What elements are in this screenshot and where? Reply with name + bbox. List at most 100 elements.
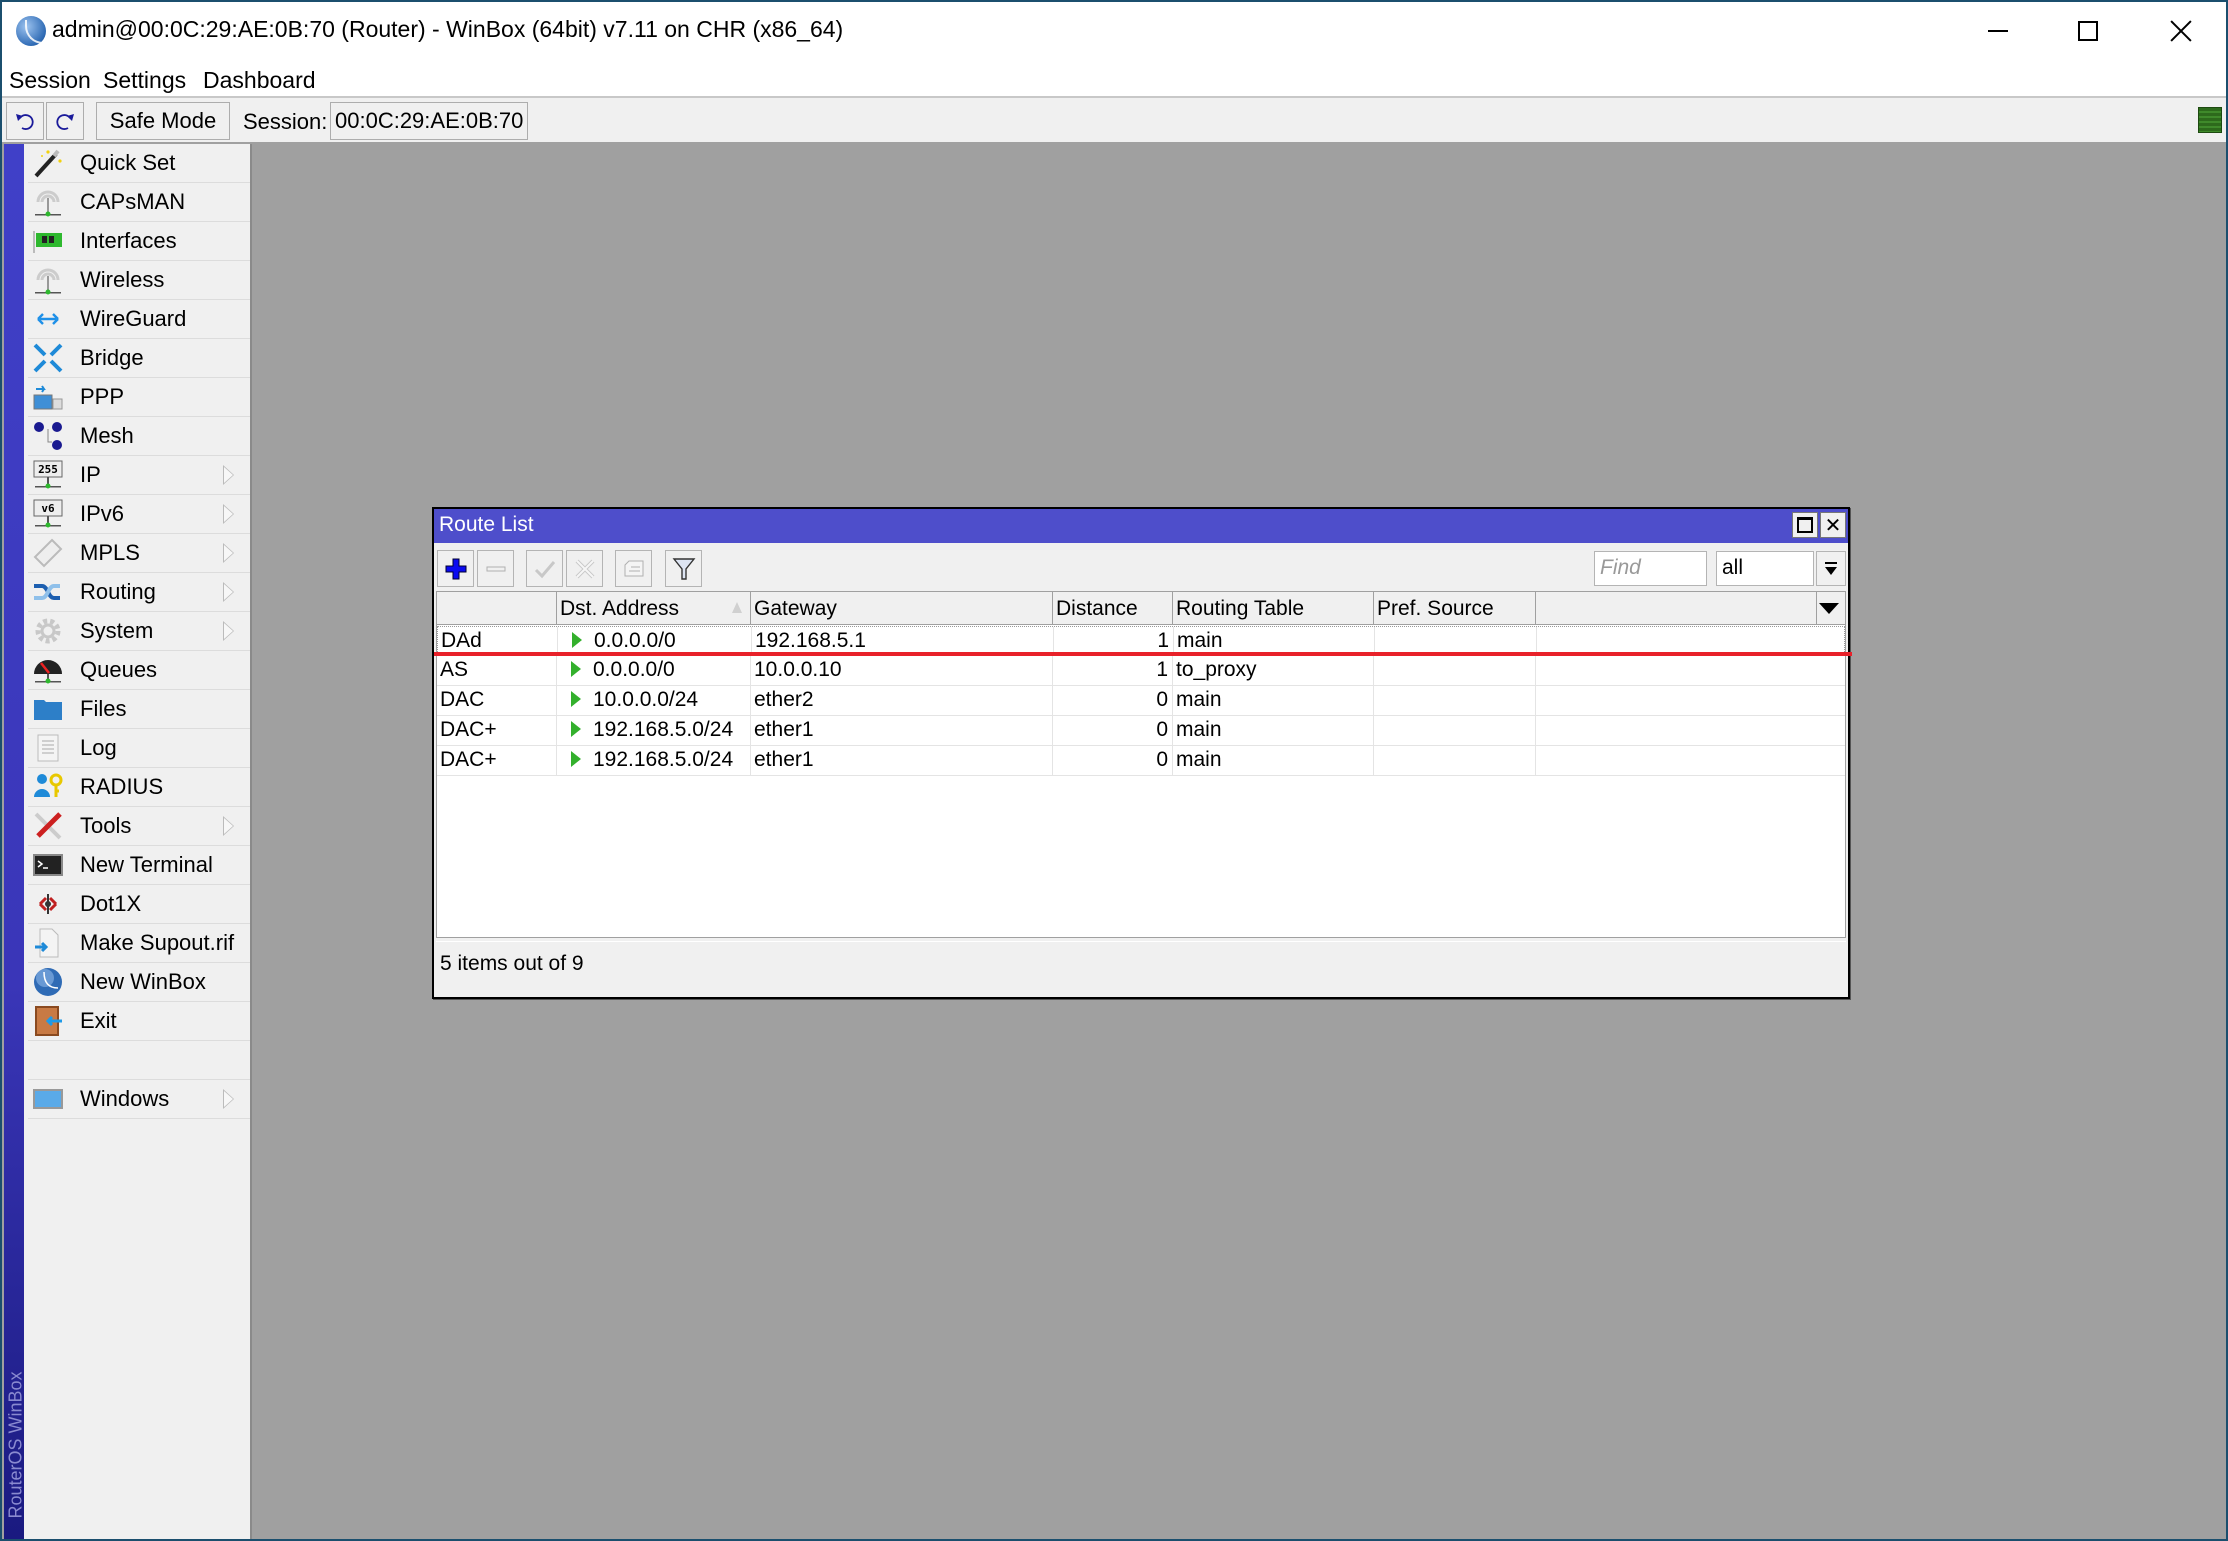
menu-dashboard[interactable]: Dashboard	[203, 67, 316, 94]
sidebar-item-routing[interactable]: Routing	[28, 573, 250, 612]
column-gateway[interactable]: Gateway	[751, 592, 1053, 625]
route-list-titlebar[interactable]: Route List ✕	[434, 509, 1848, 543]
sidebar-item-label: Mesh	[80, 423, 134, 448]
dropdown-arrow-icon	[1825, 561, 1837, 575]
exit-door-icon	[32, 1005, 64, 1037]
session-value: 00:0C:29:AE:0B:70	[330, 102, 529, 140]
sidebar-item-interfaces[interactable]: Interfaces	[28, 222, 250, 261]
enable-check-icon	[534, 560, 555, 578]
route-list-maximize-button[interactable]	[1792, 512, 1818, 538]
maximize-icon	[1797, 517, 1813, 533]
sidebar-item-quick-set[interactable]: Quick Set	[28, 144, 250, 183]
disable-button[interactable]	[566, 550, 603, 587]
sidebar-item-ip[interactable]: 255 IP	[28, 456, 250, 495]
maximize-button[interactable]	[2042, 2, 2134, 60]
dst-address-text: 0.0.0.0/0	[594, 629, 676, 652]
route-list-window: Route List ✕ Find all Dst. Address Gatew…	[432, 507, 1852, 999]
minimize-button[interactable]	[1952, 2, 2044, 60]
menu-settings[interactable]: Settings	[103, 67, 186, 94]
bridge-arrows-icon	[32, 342, 64, 374]
route-list-title: Route List	[439, 513, 534, 536]
add-button[interactable]	[437, 550, 474, 587]
winbox-logo-icon	[32, 966, 64, 998]
session-label: Session:	[243, 109, 328, 134]
cell-dst-address: 10.0.0.0/24	[557, 686, 751, 715]
sidebar-item-dot1x[interactable]: Dot1X	[28, 885, 250, 924]
column-chooser-button[interactable]	[1817, 592, 1845, 625]
sidebar-item-label: Log	[80, 735, 117, 760]
comment-button[interactable]	[615, 550, 652, 587]
safe-mode-button[interactable]: Safe Mode	[96, 102, 230, 140]
menu-session[interactable]: Session	[9, 67, 91, 94]
sidebar-item-new-winbox[interactable]: New WinBox	[28, 963, 250, 1002]
table-row[interactable]: DAC 10.0.0.0/24 ether2 0 main	[437, 686, 1845, 716]
svg-text:v6: v6	[41, 502, 55, 515]
connection-status-indicator	[2198, 107, 2222, 133]
sidebar-item-label: WireGuard	[80, 306, 187, 331]
sidebar-list: Quick Set CAPsMAN Interfaces Wireless WireGu…	[28, 144, 250, 1119]
sidebar-item-tools[interactable]: Tools	[28, 807, 250, 846]
filter-select[interactable]: all	[1716, 551, 1814, 586]
table-row[interactable]: DAC+ 192.168.5.0/24 ether1 0 main	[437, 746, 1845, 776]
table-row[interactable]: DAC+ 192.168.5.0/24 ether1 0 main	[437, 716, 1845, 746]
cell-distance: 0	[1053, 686, 1173, 715]
redo-icon	[56, 114, 74, 130]
network-card-icon	[32, 225, 64, 257]
sidebar-item-radius[interactable]: RADIUS	[28, 768, 250, 807]
sidebar-item-make-supout-rif[interactable]: Make Supout.rif	[28, 924, 250, 963]
sidebar-item-mesh[interactable]: Mesh	[28, 417, 250, 456]
sidebar-item-windows[interactable]: Windows	[28, 1080, 250, 1119]
cell-gateway: ether1	[751, 716, 1053, 745]
filter-dropdown-button[interactable]	[1816, 551, 1846, 586]
sidebar-item-files[interactable]: Files	[28, 690, 250, 729]
magic-wand-icon	[32, 147, 64, 179]
submenu-arrow-icon	[223, 465, 234, 485]
chevron-down-icon	[1819, 603, 1839, 614]
undo-button[interactable]	[6, 102, 44, 140]
column-routing-table[interactable]: Routing Table	[1173, 592, 1374, 625]
dst-address-text: 0.0.0.0/0	[593, 658, 675, 681]
sidebar-item-capsman[interactable]: CAPsMAN	[28, 183, 250, 222]
sidebar-item-new-terminal[interactable]: New Terminal	[28, 846, 250, 885]
cell-spare	[1536, 746, 1845, 775]
sidebar-item-label: Make Supout.rif	[80, 930, 235, 955]
column-dst-address[interactable]: Dst. Address	[557, 592, 751, 625]
add-icon	[445, 558, 466, 579]
sidebar-item-queues[interactable]: Queues	[28, 651, 250, 690]
antenna-icon	[32, 264, 64, 296]
cell-routing-table: main	[1173, 746, 1374, 775]
enable-button[interactable]	[526, 550, 563, 587]
active-route-icon	[571, 661, 581, 677]
find-input[interactable]: Find	[1594, 551, 1707, 586]
disable-x-icon	[575, 559, 594, 578]
terminal-icon	[32, 849, 64, 881]
cell-pref-source	[1374, 656, 1536, 685]
close-button[interactable]	[2135, 2, 2227, 60]
close-icon	[2170, 20, 2192, 42]
column-flags[interactable]	[437, 592, 557, 625]
sidebar-item-bridge[interactable]: Bridge	[28, 339, 250, 378]
sidebar-item-system[interactable]: System	[28, 612, 250, 651]
ppp-icon	[32, 381, 64, 413]
column-distance[interactable]: Distance	[1053, 592, 1173, 625]
cell-flags: AS	[437, 656, 557, 685]
sidebar-item-wireless[interactable]: Wireless	[28, 261, 250, 300]
column-spare	[1536, 592, 1817, 625]
sidebar-item-wireguard[interactable]: WireGuard	[28, 300, 250, 339]
filter-button[interactable]	[665, 550, 702, 587]
sidebar-item-ppp[interactable]: PPP	[28, 378, 250, 417]
redo-button[interactable]	[46, 102, 84, 140]
column-dst-address-label: Dst. Address	[560, 597, 680, 620]
dst-address-text: 192.168.5.0/24	[593, 748, 734, 771]
cell-spare	[1536, 716, 1845, 745]
column-pref-source[interactable]: Pref. Source	[1374, 592, 1536, 625]
remove-button[interactable]	[477, 550, 514, 587]
sidebar-item-exit[interactable]: Exit	[28, 1002, 250, 1041]
table-row[interactable]: AS 0.0.0.0/0 10.0.0.10 1 to_proxy	[437, 656, 1845, 686]
sidebar-item-ipv6[interactable]: v6 IPv6	[28, 495, 250, 534]
gear-icon	[32, 615, 64, 647]
title-bar: admin@00:0C:29:AE:0B:70 (Router) - WinBo…	[2, 2, 2226, 60]
route-list-close-button[interactable]: ✕	[1820, 512, 1846, 538]
sidebar-item-log[interactable]: Log	[28, 729, 250, 768]
sidebar-item-mpls[interactable]: MPLS	[28, 534, 250, 573]
